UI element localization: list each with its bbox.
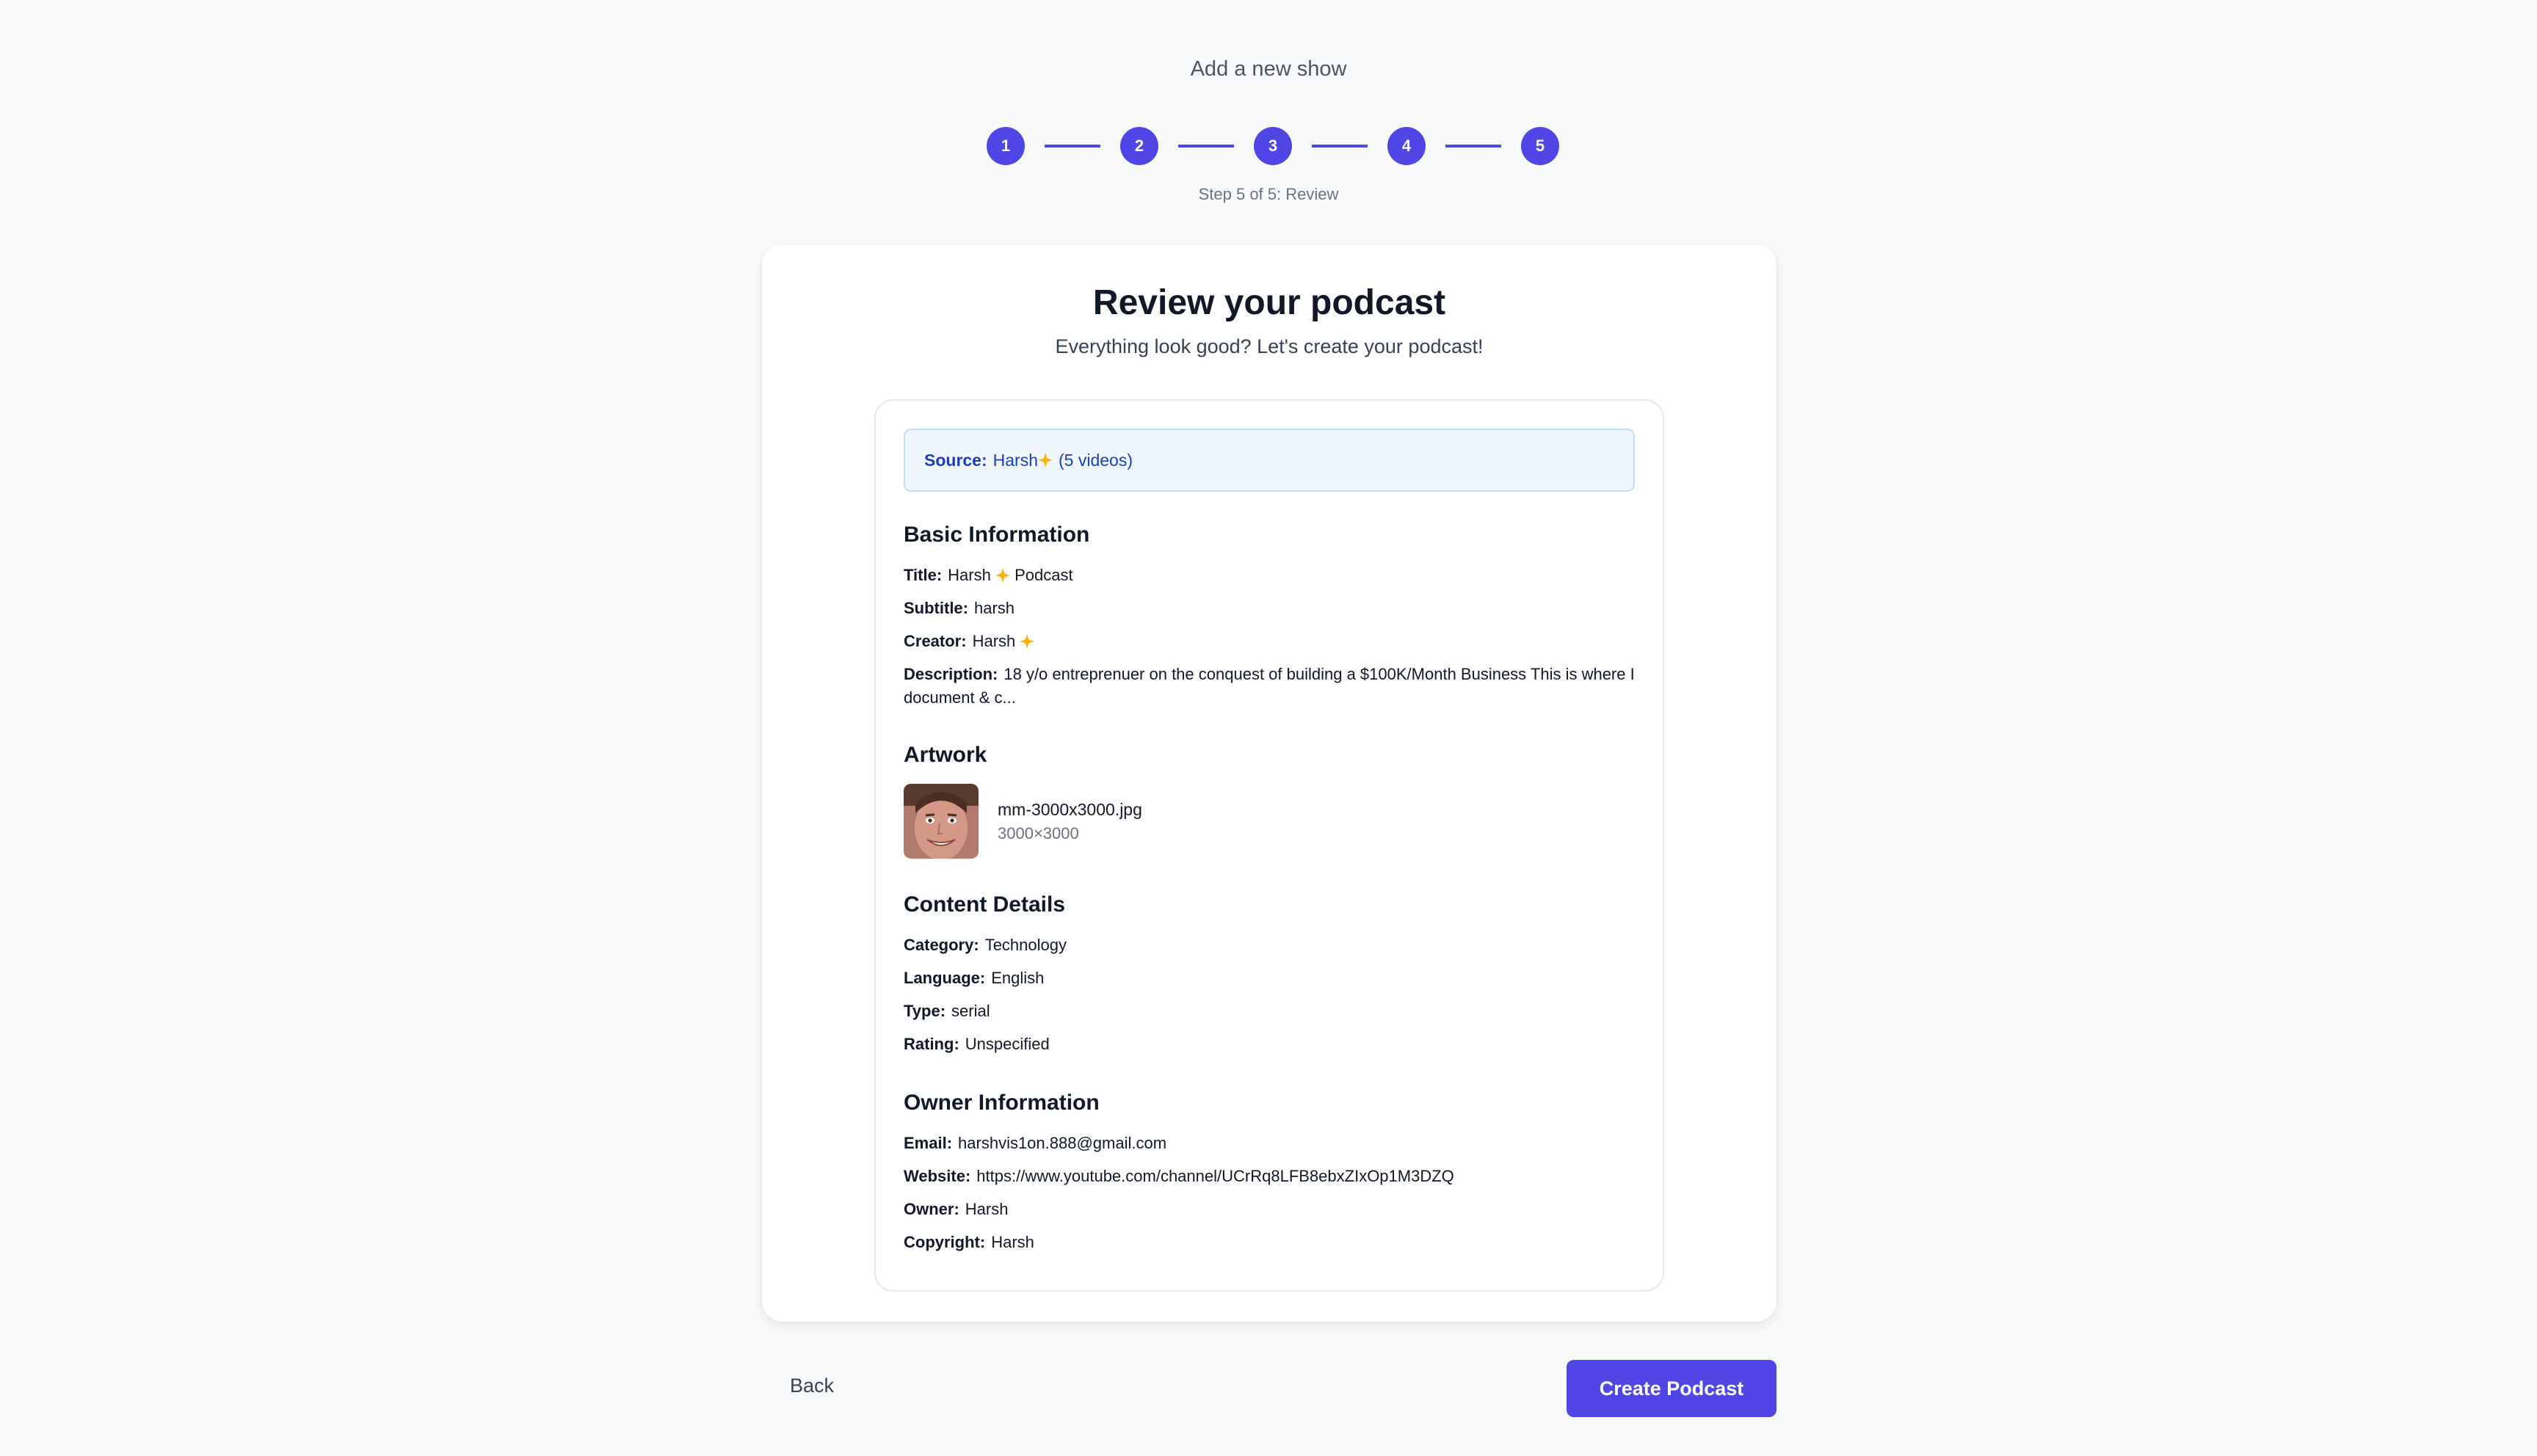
field-value: English <box>991 969 1045 987</box>
page-heading: Add a new show <box>1190 57 1347 81</box>
field-value: harsh <box>974 599 1015 617</box>
artwork-row: mm-3000x3000.jpg 3000×3000 <box>904 784 1638 859</box>
field-value: Harsh <box>965 1200 1009 1218</box>
field-value: Harsh <box>991 1233 1034 1251</box>
field-label: Email: <box>904 1134 953 1152</box>
field-label: Description: <box>904 665 998 683</box>
field-label: Category: <box>904 936 979 954</box>
title-name: Harsh <box>948 566 991 584</box>
creator-field: Creator: Harsh <box>904 630 1638 653</box>
step-4[interactable]: 4 <box>1387 127 1426 165</box>
artwork-filename: mm-3000x3000.jpg <box>998 799 1142 819</box>
owner-field: Owner: Harsh <box>904 1198 1638 1221</box>
add-show-page: Add a new show 1 2 3 4 5 Step 5 of 5: Re… <box>0 0 2537 1456</box>
field-label: Website: <box>904 1167 971 1185</box>
field-value: Technology <box>984 936 1067 954</box>
copyright-field: Copyright: Harsh <box>904 1231 1638 1254</box>
step-connector <box>1445 145 1501 148</box>
section-heading: Owner Information <box>904 1091 1100 1115</box>
title-suffix: Podcast <box>1015 566 1073 584</box>
review-summary: Source: Harsh (5 videos) Basic Informati… <box>874 399 1664 1292</box>
subtitle-field: Subtitle: harsh <box>904 597 1638 620</box>
content-details-section: Content Details Category: Technology Lang… <box>904 892 1638 1066</box>
field-label: Creator: <box>904 632 967 650</box>
field-value: Unspecified <box>965 1035 1050 1053</box>
back-button[interactable]: Back <box>790 1375 834 1397</box>
card-subtitle: Everything look good? Let's create your … <box>1055 335 1484 357</box>
source-banner: Source: Harsh (5 videos) <box>904 429 1635 492</box>
language-field: Language: English <box>904 967 1638 990</box>
artwork-section: Artwork mm-3000x3000.jpg 3000×3000 <box>904 743 1638 859</box>
step-connector <box>1045 145 1100 148</box>
step-connector <box>1178 145 1234 148</box>
artwork-dimensions: 3000×3000 <box>998 823 1079 842</box>
sparkle-icon <box>1020 634 1035 649</box>
owner-information-section: Owner Information Email: harshvis1on.888@… <box>904 1091 1638 1264</box>
create-podcast-button[interactable]: Create Podcast <box>1567 1360 1776 1417</box>
field-value: harshvis1on.888@gmail.com <box>958 1134 1167 1152</box>
field-label: Subtitle: <box>904 599 968 617</box>
sparkle-icon <box>995 568 1010 583</box>
stepper: 1 2 3 4 5 <box>987 127 1559 165</box>
card-title: Review your podcast <box>1092 283 1446 322</box>
field-value: serial <box>951 1002 990 1020</box>
description-field: Description: 18 y/o entreprenuer on the c… <box>904 663 1638 710</box>
field-label: Rating: <box>904 1035 959 1053</box>
artwork-thumbnail <box>904 784 979 859</box>
artwork-meta: mm-3000x3000.jpg 3000×3000 <box>998 800 1142 843</box>
category-field: Category: Technology <box>904 933 1638 957</box>
field-label: Type: <box>904 1002 946 1020</box>
source-video-count: (5 videos) <box>1059 450 1133 470</box>
step-2[interactable]: 2 <box>1120 127 1158 165</box>
step-3[interactable]: 3 <box>1254 127 1292 165</box>
section-heading: Artwork <box>904 743 987 767</box>
step-caption: Step 5 of 5: Review <box>1198 185 1339 203</box>
step-1[interactable]: 1 <box>987 127 1025 165</box>
step-connector <box>1312 145 1368 148</box>
field-value: https://www.youtube.com/channel/UCrRq8LF… <box>976 1167 1454 1185</box>
field-label: Language: <box>904 969 986 987</box>
email-field: Email: harshvis1on.888@gmail.com <box>904 1132 1638 1155</box>
source-label: Source: <box>924 450 987 470</box>
rating-field: Rating: Unspecified <box>904 1033 1638 1056</box>
field-value: 18 y/o entreprenuer on the conquest of b… <box>904 665 1635 707</box>
sparkle-icon <box>1038 453 1053 467</box>
review-card: Review your podcast Everything look good… <box>762 244 1776 1322</box>
field-label: Owner: <box>904 1200 959 1218</box>
field-label: Copyright: <box>904 1233 986 1251</box>
source-name: Harsh <box>992 450 1038 470</box>
type-field: Type: serial <box>904 1000 1638 1023</box>
title-field: Title: Harsh Podcast <box>904 564 1638 587</box>
field-value: Harsh <box>972 632 1016 650</box>
website-field: Website: https://www.youtube.com/channel/… <box>904 1165 1638 1188</box>
section-heading: Content Details <box>904 892 1066 917</box>
basic-information-section: Basic Information Title: Harsh Podcast Su… <box>904 523 1638 719</box>
field-label: Title: <box>904 566 943 584</box>
step-5[interactable]: 5 <box>1521 127 1559 165</box>
section-heading: Basic Information <box>904 523 1090 547</box>
portrait-image <box>904 784 979 859</box>
